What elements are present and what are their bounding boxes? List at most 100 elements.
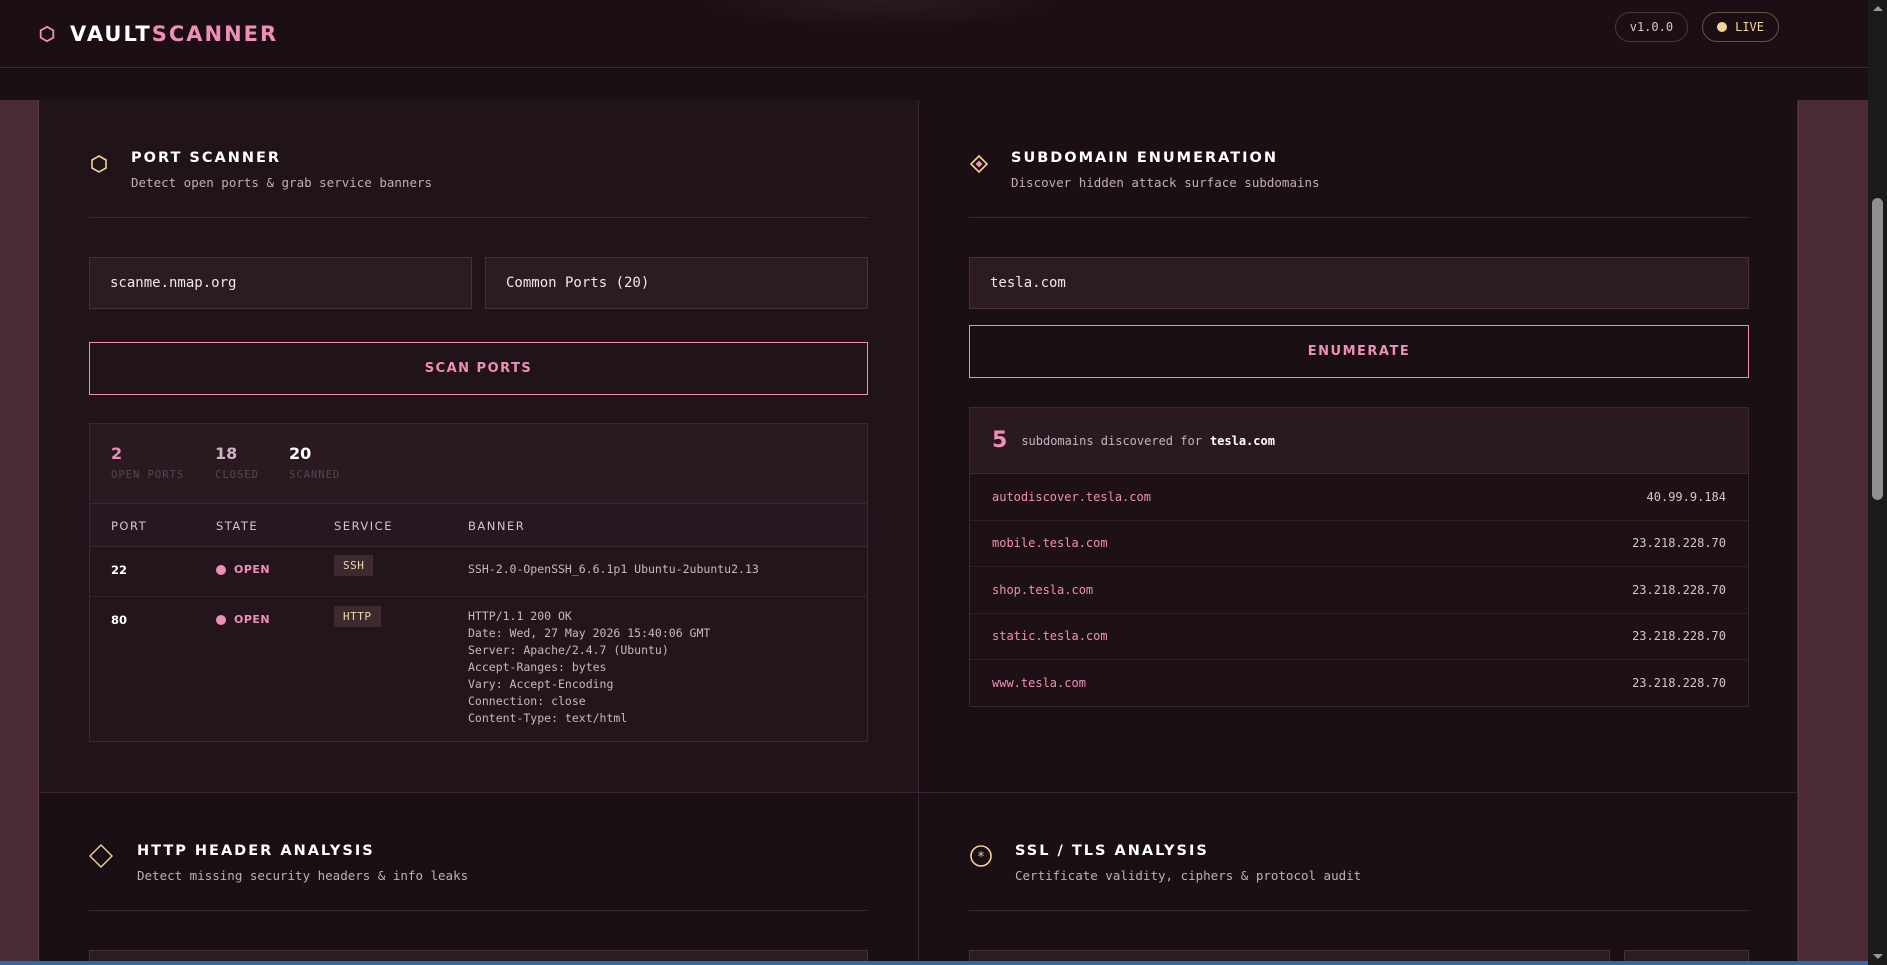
divider — [89, 910, 868, 911]
subdomain-ip: 23.218.228.70 — [1632, 676, 1726, 691]
scroll-up-icon[interactable] — [1873, 6, 1883, 11]
scan-ports-button[interactable]: SCAN PORTS — [89, 342, 868, 395]
stat-closed: 18 CLOSED — [215, 444, 259, 481]
vertical-scrollbar[interactable] — [1868, 0, 1887, 965]
service-tag: SSH — [334, 555, 374, 576]
subdomain-name: autodiscover.tesla.com — [992, 489, 1151, 504]
list-item[interactable]: shop.tesla.com 23.218.228.70 — [970, 567, 1748, 614]
open-dot-icon — [216, 564, 226, 575]
lock-seal-icon: * — [970, 845, 992, 867]
enumerate-button[interactable]: ENUMERATE — [969, 325, 1749, 378]
state-label: OPEN — [234, 563, 271, 576]
svg-text:*: * — [978, 850, 985, 865]
state-open: OPEN — [216, 613, 270, 626]
port-stats: 2 OPEN PORTS 18 CLOSED 20 SCANNED — [90, 424, 867, 504]
subdomain-ip: 23.218.228.70 — [1632, 582, 1726, 597]
port-range-select[interactable]: Common Ports (20) — [485, 257, 868, 309]
banner-text: SSH-2.0-OpenSSH_6.6.1p1 Ubuntu-2ubuntu2.… — [468, 562, 759, 576]
state-label: OPEN — [234, 613, 271, 626]
summary-domain: tesla.com — [1209, 433, 1275, 448]
col-banner: BANNER — [468, 519, 526, 533]
page-band — [0, 69, 1868, 100]
enumerate-label: ENUMERATE — [1307, 344, 1411, 359]
http-header-subtitle: Detect missing security headers & info l… — [137, 868, 469, 883]
domain-value: tesla.com — [990, 275, 1066, 291]
divider — [89, 217, 868, 218]
subdomain-summary: 5 subdomains discovered for tesla.com — [970, 408, 1748, 474]
side-gutter-right — [1798, 100, 1868, 965]
port-scanner-title: PORT SCANNER — [131, 150, 282, 166]
list-item[interactable]: mobile.tesla.com 23.218.228.70 — [970, 521, 1748, 567]
divider — [969, 910, 1749, 911]
domain-input[interactable]: tesla.com — [969, 257, 1749, 309]
stat-scanned: 20 SCANNED — [289, 444, 340, 481]
http-header-header: HTTP HEADER ANALYSIS Detect missing secu… — [89, 843, 468, 883]
service-tag: HTTP — [334, 606, 381, 627]
subdomain-count: 5 — [992, 428, 1008, 453]
version-text: v1.0.0 — [1629, 20, 1674, 34]
side-gutter-left — [0, 100, 39, 965]
ssl-tls-subtitle: Certificate validity, ciphers & protocol… — [1015, 868, 1362, 883]
scroll-down-icon[interactable] — [1873, 954, 1883, 959]
state-open: OPEN — [216, 563, 270, 576]
hexagon-logo-icon — [39, 25, 55, 42]
live-status-badge: LIVE — [1702, 12, 1779, 42]
service-label: HTTP — [334, 606, 381, 627]
stat-label: SCANNED — [289, 469, 341, 481]
subdomain-ip: 23.218.228.70 — [1632, 536, 1726, 551]
subdomain-ip: 40.99.9.184 — [1646, 489, 1726, 504]
port-scanner-subtitle: Detect open ports & grab service banners — [131, 175, 433, 190]
table-row: 80 OPEN HTTP HTTP/1.1 200 OK Date: Wed, … — [90, 597, 867, 740]
target-host-input[interactable]: scanme.nmap.org — [89, 257, 472, 309]
port-table-header: PORT STATE SERVICE BANNER — [90, 504, 867, 547]
diamond-icon — [89, 844, 113, 868]
divider — [969, 217, 1749, 218]
scrollbar-thumb[interactable] — [1872, 198, 1883, 500]
subdomain-ip: 23.218.228.70 — [1632, 629, 1726, 644]
stat-value: 20 — [289, 444, 312, 463]
table-row: 22 OPEN SSH SSH-2.0-OpenSSH_6.6.1p1 Ubun… — [90, 547, 867, 597]
subdomain-subtitle: Discover hidden attack surface subdomain… — [1011, 175, 1320, 190]
subdomain-results: 5 subdomains discovered for tesla.com au… — [969, 407, 1749, 707]
list-item[interactable]: static.tesla.com 23.218.228.70 — [970, 614, 1748, 660]
col-state: STATE — [216, 519, 259, 533]
ssl-tls-title: SSL / TLS ANALYSIS — [1015, 843, 1209, 859]
list-item[interactable]: autodiscover.tesla.com 40.99.9.184 — [970, 474, 1748, 521]
subdomain-name: shop.tesla.com — [992, 582, 1094, 597]
version-badge: v1.0.0 — [1614, 12, 1689, 42]
http-header-title: HTTP HEADER ANALYSIS — [137, 843, 375, 859]
logo-text-scanner: SCANNER — [151, 21, 279, 46]
port-number: 80 — [111, 613, 128, 627]
stat-open-ports: 2 OPEN PORTS — [111, 444, 184, 481]
subdomain-title: SUBDOMAIN ENUMERATION — [1011, 150, 1279, 166]
hexagon-icon — [91, 155, 107, 173]
live-label: LIVE — [1735, 20, 1764, 34]
subdomain-name: mobile.tesla.com — [992, 536, 1108, 551]
service-label: SSH — [334, 555, 374, 576]
window-bottom-edge — [0, 961, 1868, 965]
port-scanner-header: PORT SCANNER Detect open ports & grab se… — [89, 150, 432, 190]
target-host-value: scanme.nmap.org — [110, 275, 237, 291]
diamond-target-icon — [969, 154, 989, 174]
logo-text-vault: VAULT — [70, 21, 152, 46]
banner-text: HTTP/1.1 200 OK Date: Wed, 27 May 2026 1… — [468, 609, 711, 725]
live-dot-icon — [1717, 22, 1728, 32]
open-dot-icon — [216, 614, 226, 625]
ssl-tls-header: * SSL / TLS ANALYSIS Certificate validit… — [969, 843, 1361, 883]
subdomain-header: SUBDOMAIN ENUMERATION Discover hidden at… — [969, 150, 1320, 190]
col-port: PORT — [111, 519, 148, 533]
port-number: 22 — [111, 563, 128, 577]
col-service: SERVICE — [334, 519, 393, 533]
port-range-value: Common Ports (20) — [506, 275, 650, 291]
top-bar: VAULTSCANNER v1.0.0 LIVE — [0, 0, 1868, 68]
stat-value: 2 — [111, 444, 123, 463]
list-item[interactable]: www.tesla.com 23.218.228.70 — [970, 660, 1748, 707]
stat-label: OPEN PORTS — [111, 469, 185, 481]
summary-text: subdomains discovered for — [1021, 433, 1202, 448]
subdomain-name: www.tesla.com — [992, 676, 1086, 691]
stat-label: CLOSED — [215, 469, 259, 481]
subdomain-name: static.tesla.com — [992, 629, 1108, 644]
scan-ports-label: SCAN PORTS — [424, 361, 533, 376]
logo[interactable]: VAULTSCANNER — [38, 22, 278, 46]
port-results: 2 OPEN PORTS 18 CLOSED 20 SCANNED PORT S… — [89, 423, 868, 742]
